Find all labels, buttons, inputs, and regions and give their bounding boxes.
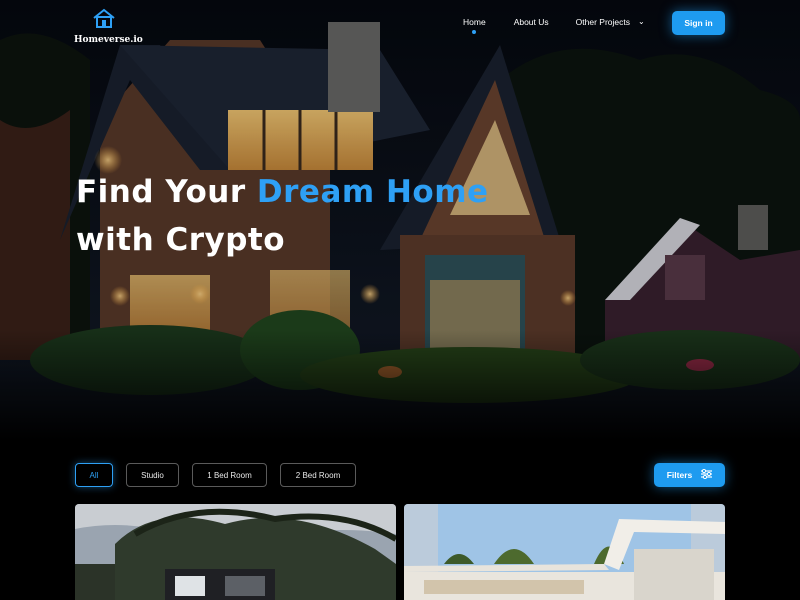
nav-item-about-us[interactable]: About Us	[514, 17, 549, 27]
filters-button-label: Filters	[666, 470, 693, 480]
filter-chip-1-bed-room[interactable]: 1 Bed Room	[192, 463, 267, 487]
nav-item-label: About Us	[513, 17, 549, 27]
filter-chip-all[interactable]: All	[75, 463, 113, 487]
sliders-icon	[701, 468, 713, 481]
house-icon	[74, 8, 134, 33]
sign-in-button[interactable]: Sign in	[672, 11, 725, 35]
hero-section: Homeverse.io Home About Us Other Project…	[0, 0, 800, 440]
filter-chip-studio[interactable]: Studio	[126, 463, 179, 487]
nav-item-other-projects[interactable]: Other Projects ⌄	[576, 17, 645, 27]
filter-chip-2-bed-room[interactable]: 2 Bed Room	[280, 463, 356, 487]
listing-image	[75, 504, 396, 600]
brand-logo[interactable]: Homeverse.io	[74, 8, 143, 45]
nav-item-label: Other Projects	[575, 17, 630, 27]
chevron-down-icon: ⌄	[637, 17, 645, 26]
headline-text: Find Your	[76, 174, 257, 210]
filters-button[interactable]: Filters	[654, 463, 725, 487]
main-nav: Home About Us Other Projects ⌄	[463, 17, 645, 34]
nav-item-home[interactable]: Home	[463, 17, 486, 34]
listing-card[interactable]	[404, 504, 725, 600]
listing-image	[404, 504, 725, 600]
listing-card[interactable]	[75, 504, 396, 600]
nav-item-label: Home	[463, 17, 486, 27]
brand-name: Homeverse.io	[74, 35, 143, 45]
headline-text-line2: with Crypto	[76, 222, 285, 258]
category-filter-bar: All Studio 1 Bed Room 2 Bed Room	[75, 463, 369, 487]
headline-accent-text: Dream Home	[256, 174, 489, 210]
hero-headline: Find Your Dream Home with Crypto	[76, 168, 489, 264]
